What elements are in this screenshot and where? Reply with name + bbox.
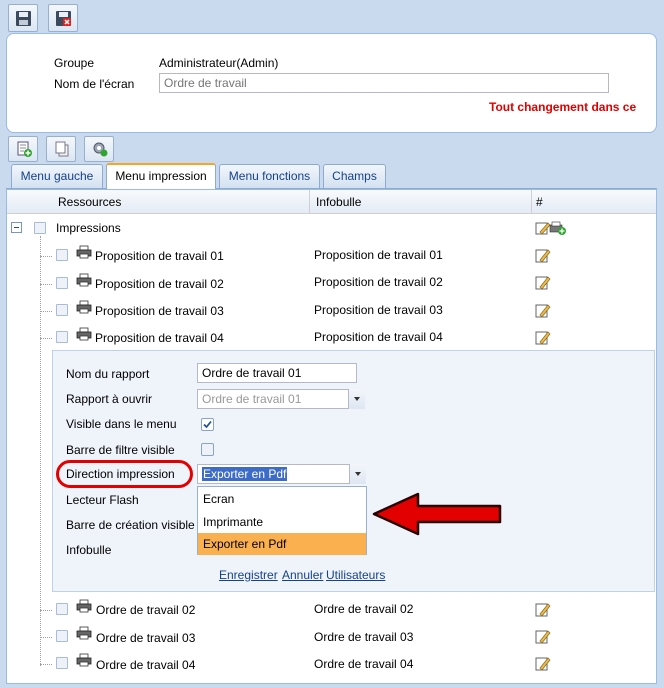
row-resource: Ordre de travail 02	[96, 603, 196, 617]
row-checkbox[interactable]	[34, 222, 46, 234]
dropdown-option[interactable]: Imprimante	[198, 511, 366, 533]
edit-icon[interactable]	[535, 655, 551, 671]
row-resource: Proposition de travail 01	[95, 249, 224, 263]
collapse-toggle[interactable]	[11, 222, 22, 233]
copy-icon	[55, 141, 69, 157]
row-tooltip: Proposition de travail 03	[314, 303, 443, 317]
settings-button[interactable]	[84, 136, 114, 162]
header-panel: Groupe Administrateur(Admin) Nom de l'éc…	[6, 33, 657, 133]
screen-label: Nom de l'écran	[54, 77, 135, 91]
tab-menu-fonctions[interactable]: Menu fonctions	[219, 164, 320, 188]
group-label: Groupe	[54, 56, 95, 70]
edit-add-print-icon[interactable]	[534, 220, 568, 236]
edit-icon[interactable]	[535, 601, 551, 617]
report-name-input[interactable]	[197, 363, 357, 383]
printer-icon	[76, 300, 92, 314]
save-icon	[16, 11, 31, 26]
row-resource: Ordre de travail 04	[96, 658, 196, 672]
creation-bar-label: Barre de création visible	[66, 518, 195, 532]
dropdown-option[interactable]: Ecran	[198, 488, 366, 510]
direction-dropdown-list: Ecran Imprimante Exporter en Pdf	[197, 486, 367, 555]
printer-icon	[76, 599, 92, 613]
report-open-select: Ordre de travail 01	[197, 389, 365, 409]
edit-icon[interactable]	[535, 247, 551, 263]
row-tooltip: Proposition de travail 04	[314, 330, 443, 344]
row-tooltip: Ordre de travail 02	[314, 602, 414, 616]
cancel-link[interactable]: Annuler	[282, 568, 323, 582]
add-button[interactable]	[8, 136, 38, 162]
save-button[interactable]	[8, 4, 38, 32]
row-checkbox[interactable]	[56, 630, 68, 642]
row-checkbox[interactable]	[56, 657, 68, 669]
chevron-down-icon	[348, 389, 365, 409]
row-checkbox[interactable]	[56, 249, 68, 261]
report-open-value: Ordre de travail 01	[202, 392, 302, 406]
screen-name-input[interactable]	[159, 73, 609, 93]
tab-menu-gauche[interactable]: Menu gauche	[11, 164, 103, 188]
edit-icon[interactable]	[535, 329, 551, 345]
copy-button[interactable]	[46, 136, 76, 162]
direction-value: Exporter en Pdf	[202, 467, 288, 481]
dropdown-option-selected[interactable]: Exporter en Pdf	[198, 533, 366, 555]
checkmark-icon	[203, 420, 212, 429]
flash-player-label: Lecteur Flash	[66, 493, 139, 507]
tab-champs[interactable]: Champs	[323, 164, 386, 188]
edit-icon[interactable]	[535, 628, 551, 644]
edit-icon[interactable]	[535, 302, 551, 318]
printer-icon	[76, 245, 92, 259]
visible-menu-label: Visible dans le menu	[66, 417, 177, 431]
col-header-hash[interactable]: #	[536, 195, 543, 209]
row-tooltip: Proposition de travail 01	[314, 248, 443, 262]
tree-line	[40, 236, 41, 666]
tooltip-label: Infobulle	[66, 543, 112, 557]
row-checkbox[interactable]	[56, 277, 68, 289]
printer-icon	[76, 626, 92, 640]
printer-icon	[76, 327, 92, 341]
report-name-label: Nom du rapport	[66, 367, 150, 381]
save-link[interactable]: Enregistrer	[219, 568, 278, 582]
visible-menu-checkbox[interactable]	[201, 418, 214, 431]
add-icon	[17, 141, 32, 157]
chevron-down-icon[interactable]	[349, 464, 366, 484]
col-header-infobulle[interactable]: Infobulle	[316, 195, 361, 209]
report-open-label: Rapport à ouvrir	[66, 392, 153, 406]
tree-line	[40, 610, 52, 611]
filter-bar-checkbox[interactable]	[201, 443, 214, 456]
direction-select[interactable]: Exporter en Pdf	[197, 464, 366, 484]
save-close-icon	[56, 11, 71, 26]
row-resource: Ordre de travail 03	[96, 631, 196, 645]
filter-bar-label: Barre de filtre visible	[66, 443, 175, 457]
tree-line	[40, 256, 52, 257]
row-tooltip: Ordre de travail 04	[314, 657, 414, 671]
red-arrow-icon	[372, 492, 502, 536]
tree-root-label[interactable]: Impressions	[56, 221, 121, 235]
row-checkbox[interactable]	[56, 331, 68, 343]
grid-header: Ressources Infobulle #	[7, 190, 656, 214]
group-value: Administrateur(Admin)	[159, 56, 279, 70]
tab-menu-impression[interactable]: Menu impression	[106, 163, 216, 189]
row-resource: Proposition de travail 02	[95, 277, 224, 291]
save-close-button[interactable]	[48, 4, 78, 32]
tree-line	[40, 637, 52, 638]
gear-icon	[93, 142, 108, 157]
row-checkbox[interactable]	[56, 304, 68, 316]
edit-icon[interactable]	[535, 274, 551, 290]
col-header-ressources[interactable]: Ressources	[58, 195, 121, 209]
tree-line	[40, 284, 52, 285]
printer-icon	[76, 653, 92, 667]
row-tooltip: Ordre de travail 03	[314, 630, 414, 644]
tree-line	[40, 311, 52, 312]
row-checkbox[interactable]	[56, 603, 68, 615]
warning-text: Tout changement dans ce	[489, 100, 637, 114]
printer-icon	[76, 273, 92, 287]
tree-line	[40, 338, 52, 339]
row-tooltip: Proposition de travail 02	[314, 275, 443, 289]
annotation-oval	[56, 460, 193, 488]
row-resource: Proposition de travail 04	[95, 331, 224, 345]
tree-line	[40, 664, 52, 665]
row-resource: Proposition de travail 03	[95, 304, 224, 318]
users-link[interactable]: Utilisateurs	[326, 568, 385, 582]
